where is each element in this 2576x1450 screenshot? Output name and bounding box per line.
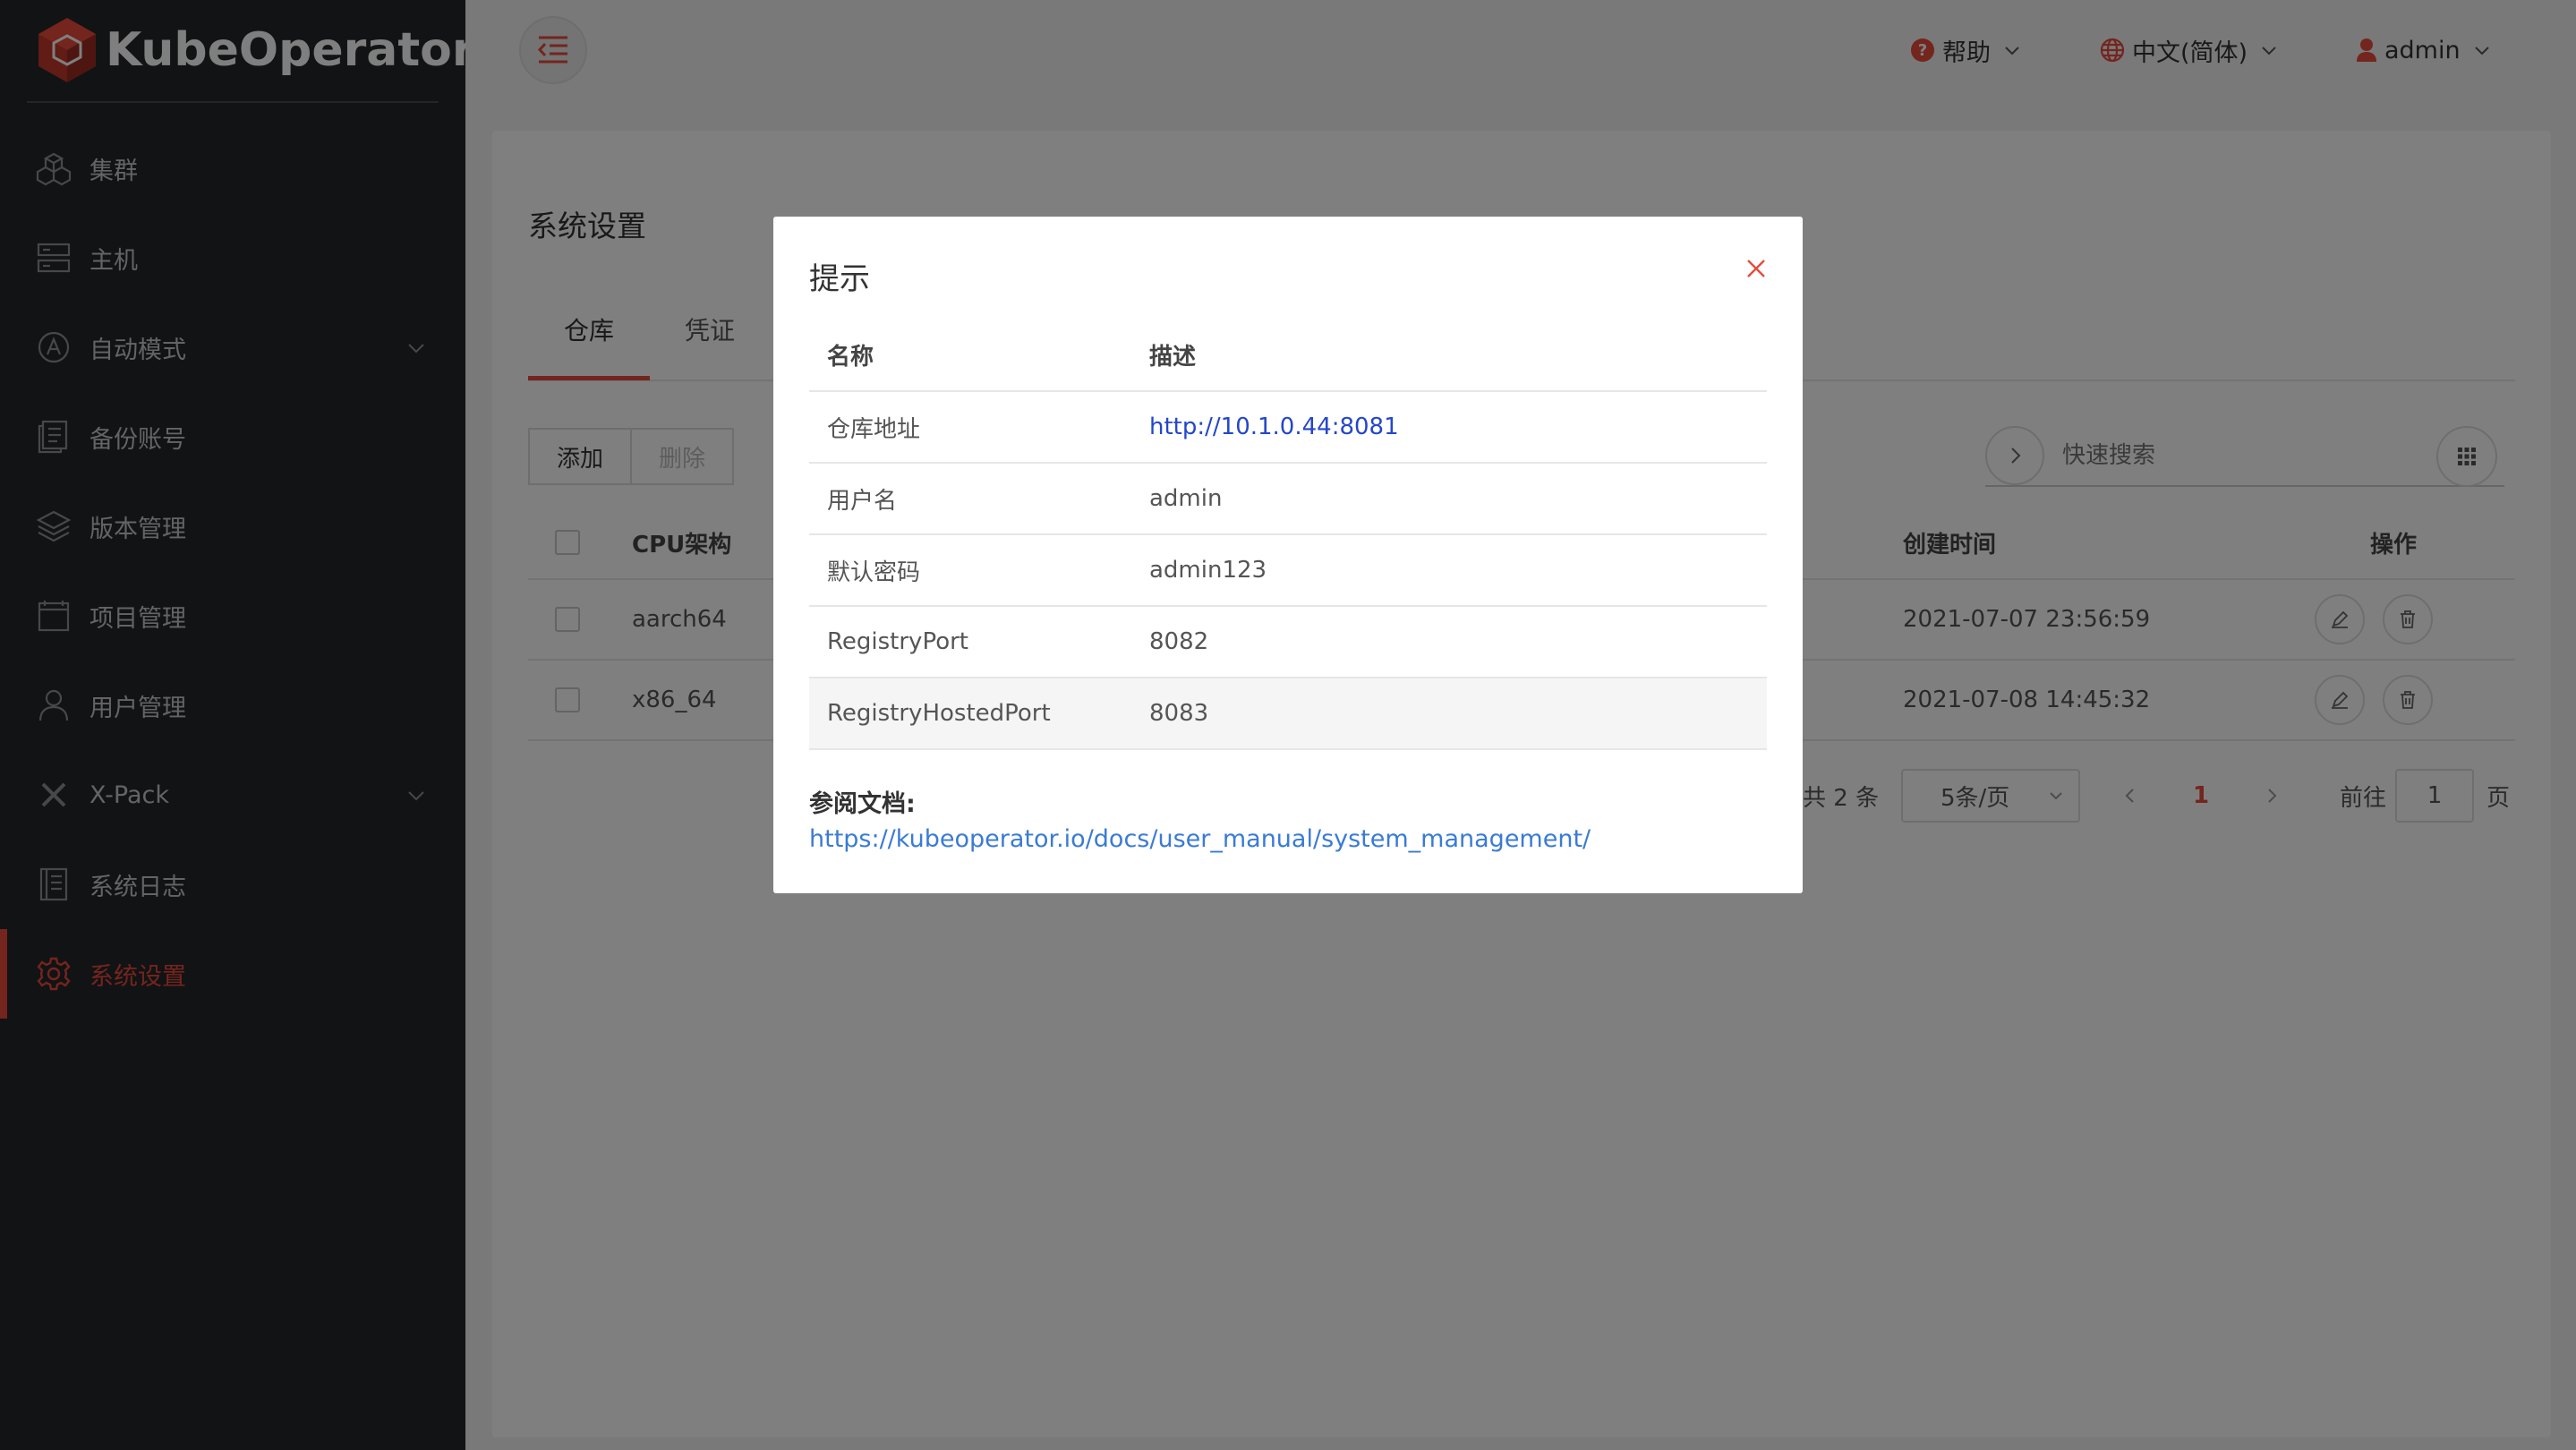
cell-name: 用户名	[827, 487, 898, 515]
repository-url-link[interactable]: http://10.1.0.44:8081	[1149, 392, 1399, 462]
dialog-title: 提示	[809, 261, 870, 297]
table-row: RegistryPort 8082	[809, 607, 1767, 678]
table-row: 用户名 admin	[809, 464, 1767, 535]
reference-docs-link[interactable]: https://kubeoperator.io/docs/user_manual…	[809, 825, 1591, 853]
column-header-name: 名称	[827, 343, 874, 371]
cell-desc: admin123	[1149, 557, 1267, 584]
dialog-info-table: 名称 描述 仓库地址 http://10.1.0.44:8081 用户名 adm…	[809, 319, 1767, 750]
table-row: 默认密码 admin123	[809, 535, 1767, 607]
cell-name: 仓库地址	[827, 415, 921, 443]
cell-name: RegistryPort	[827, 628, 968, 655]
cell-desc: 8083	[1149, 700, 1209, 727]
cell-name: RegistryHostedPort	[827, 700, 1051, 727]
column-header-desc: 描述	[1149, 343, 1197, 371]
table-row: 仓库地址 http://10.1.0.44:8081	[809, 392, 1767, 464]
reference-docs-title: 参阅文档:	[809, 790, 916, 818]
dialog-table-header: 名称 描述	[809, 319, 1767, 392]
close-icon[interactable]	[1740, 252, 1772, 285]
cell-desc: admin	[1149, 485, 1223, 512]
info-dialog: 提示 名称 描述 仓库地址 http://10.1.0.44:8081 用户名 …	[773, 217, 1803, 893]
table-row: RegistryHostedPort 8083	[809, 678, 1767, 750]
cell-name: 默认密码	[827, 559, 921, 586]
cell-desc: 8082	[1149, 628, 1209, 655]
